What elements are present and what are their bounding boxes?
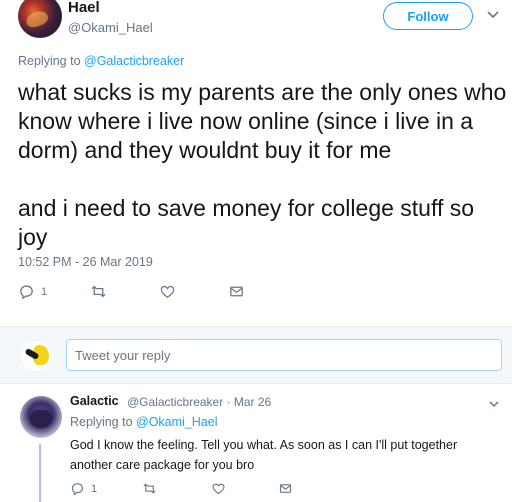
tweet-text: what sucks is my parents are the only on… [18, 79, 507, 250]
replying-to: Replying to @Okami_Hael [70, 415, 217, 429]
like-icon [212, 483, 225, 495]
main-tweet: Hael @Okami_Hael Follow Replying to @Gal… [0, 0, 512, 326]
avatar[interactable] [18, 0, 62, 38]
retweet-button[interactable] [142, 481, 157, 496]
message-button[interactable] [278, 481, 293, 496]
handle-and-date[interactable]: @Galacticbreaker · Mar 26 [127, 395, 271, 409]
avatar[interactable] [20, 396, 62, 438]
tweet-actions: 1 [18, 283, 278, 303]
reply-icon [71, 483, 84, 496]
timestamp[interactable]: 10:52 PM - 26 Mar 2019 [18, 255, 153, 269]
reply-tweet: Galactic @Galacticbreaker · Mar 26 Reply… [0, 384, 512, 502]
mention-link[interactable]: @Okami_Hael [136, 415, 217, 429]
avatar [21, 341, 51, 371]
follow-button[interactable]: Follow [383, 2, 473, 30]
display-name[interactable]: Hael [68, 0, 100, 16]
tweet-actions: 1 [70, 481, 330, 499]
message-icon [279, 484, 292, 493]
chevron-down-icon[interactable] [488, 400, 500, 409]
replying-to: Replying to @Galacticbreaker [18, 54, 184, 68]
reply-count: 1 [41, 285, 48, 298]
replying-to-prefix: Replying to [18, 54, 85, 68]
like-icon [160, 285, 175, 298]
reply-compose-bar: Tweet your reply [0, 326, 512, 384]
handle[interactable]: @Okami_Hael [68, 20, 153, 35]
like-button[interactable] [211, 481, 226, 496]
retweet-button[interactable] [90, 283, 107, 300]
message-button[interactable] [228, 283, 245, 300]
tweet-text: God I know the feeling. Tell you what. A… [70, 438, 458, 472]
reply-count: 1 [91, 482, 98, 495]
chevron-down-icon[interactable] [486, 10, 500, 20]
reply-input[interactable]: Tweet your reply [66, 339, 502, 371]
replying-to-prefix: Replying to [70, 415, 137, 429]
thread-line [39, 444, 41, 502]
reply-icon [20, 285, 33, 300]
reply-button[interactable]: 1 [18, 283, 47, 300]
reply-button[interactable]: 1 [70, 481, 97, 496]
retweet-icon [91, 285, 106, 298]
like-button[interactable] [159, 283, 176, 300]
message-icon [230, 286, 243, 297]
display-name[interactable]: Galactic [70, 394, 119, 408]
retweet-icon [143, 483, 156, 494]
mention-link[interactable]: @Galacticbreaker [84, 54, 184, 68]
